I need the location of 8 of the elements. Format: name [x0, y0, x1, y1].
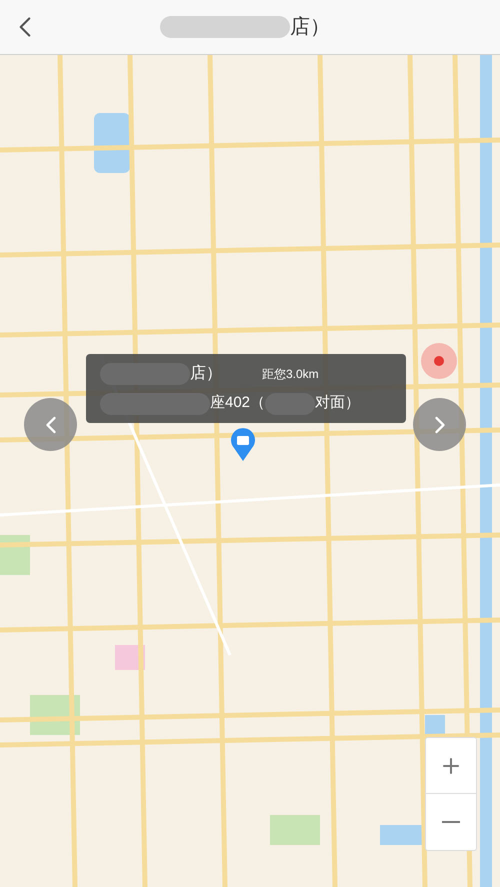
address-text: 座402（ [210, 393, 266, 414]
distance-text: 距您3.0km [262, 366, 319, 384]
blurred-text [265, 392, 316, 414]
store-pin-icon [230, 428, 256, 462]
minus-icon [442, 821, 460, 823]
place-name: 店） [190, 364, 222, 384]
address-end-text: 对面） [315, 393, 360, 414]
page-title: 店） [290, 15, 330, 40]
